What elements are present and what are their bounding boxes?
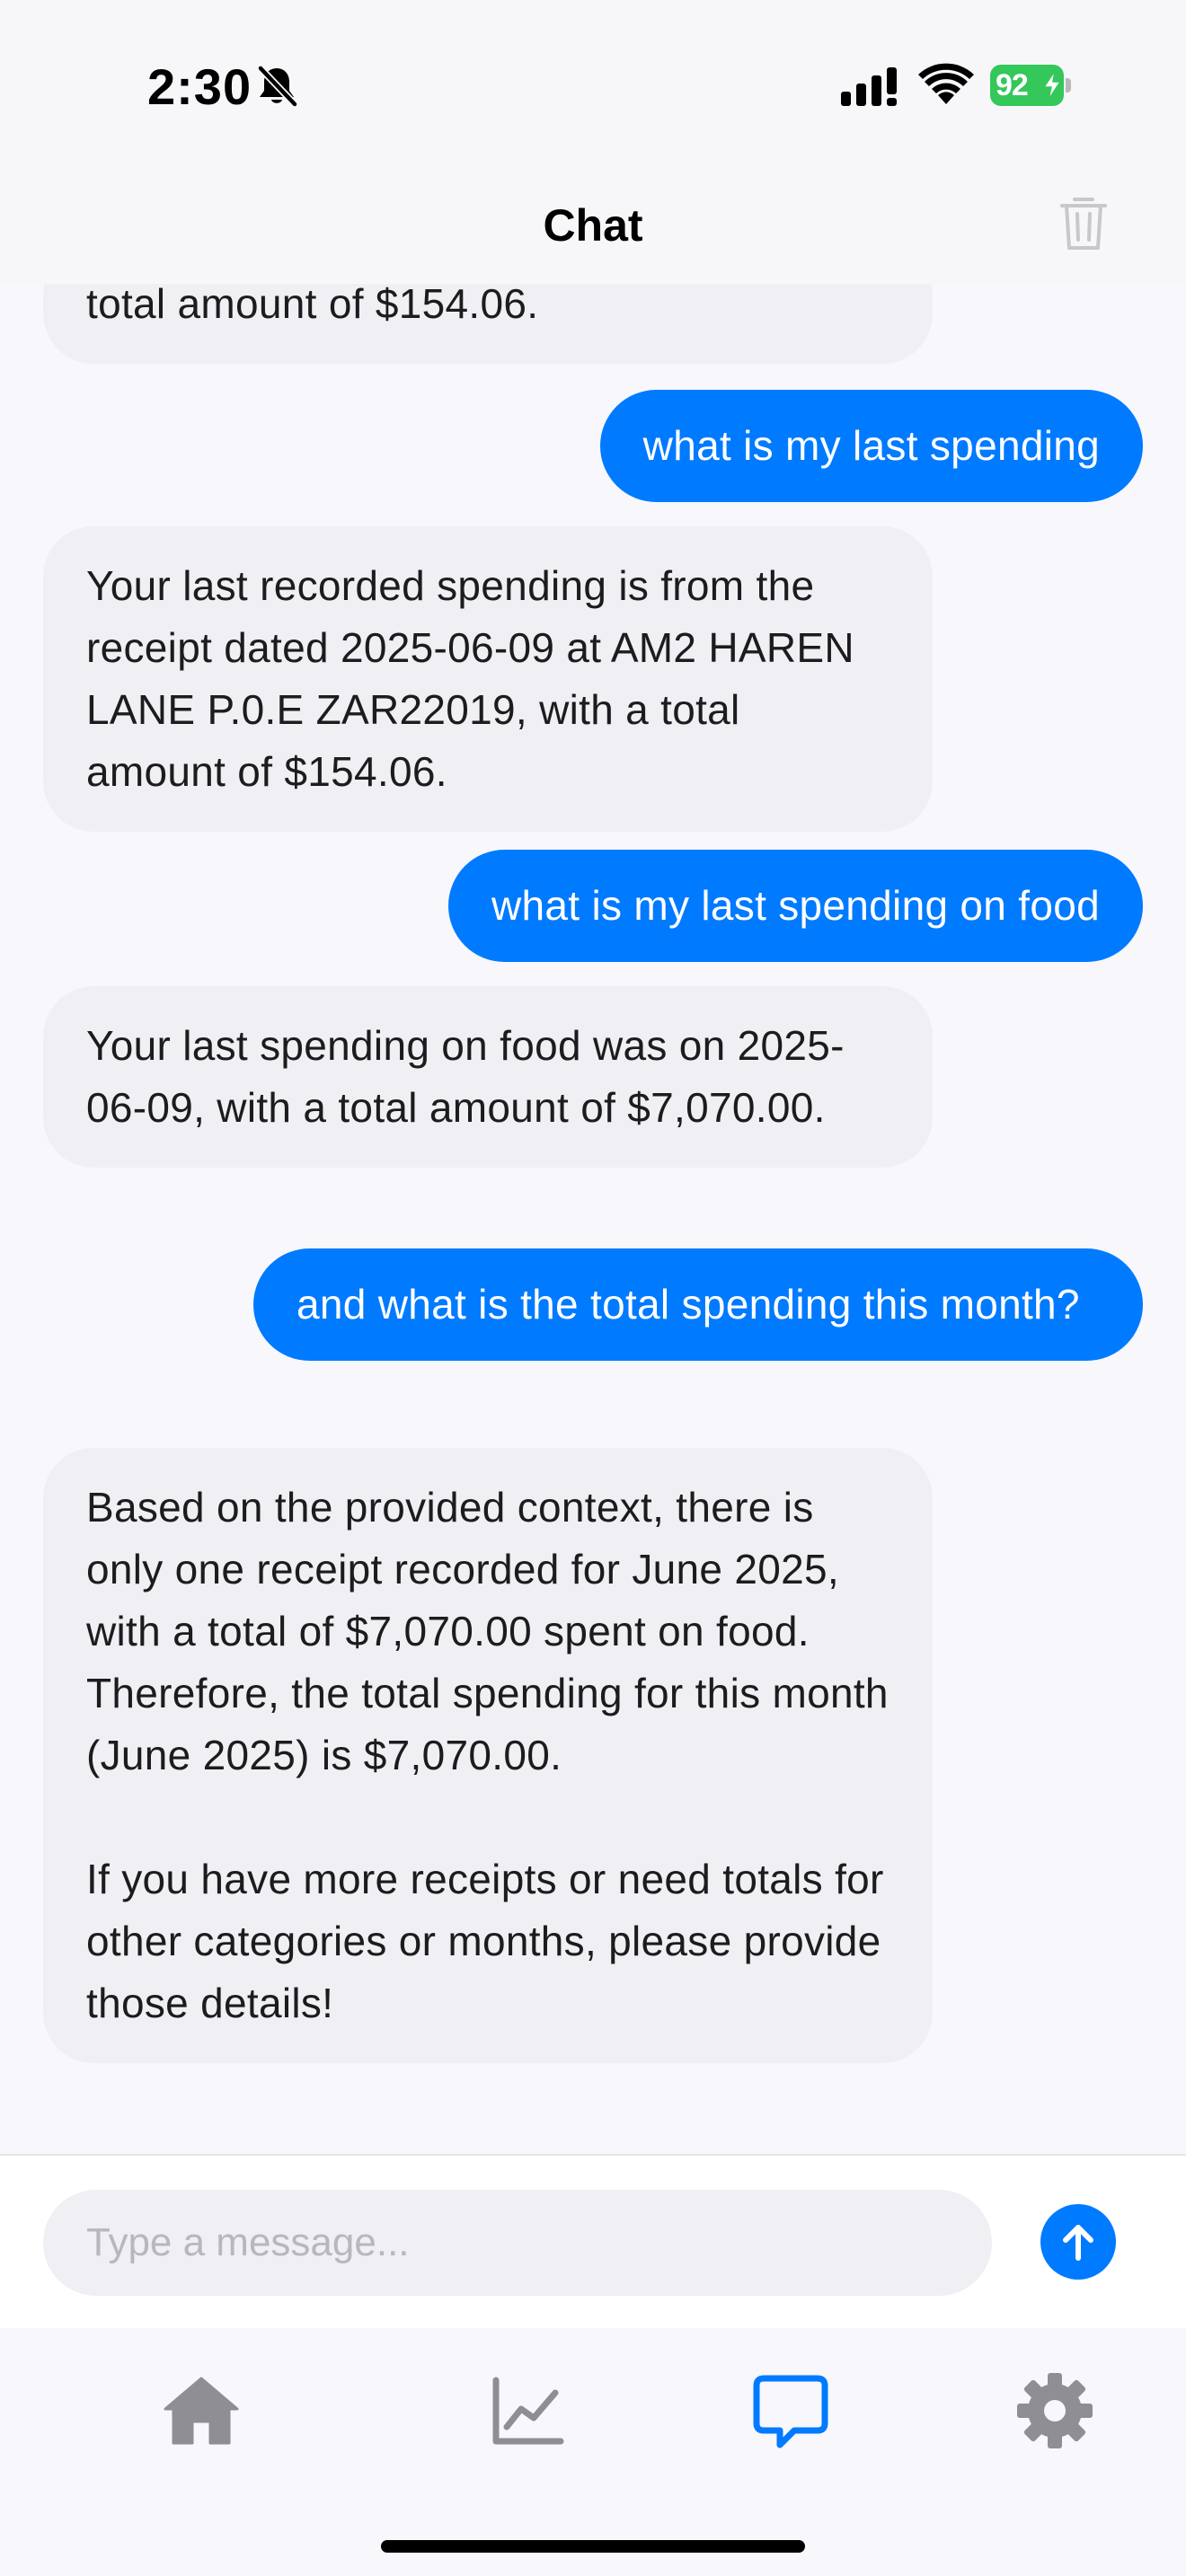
bell-slash-icon xyxy=(257,65,298,108)
tab-home[interactable] xyxy=(156,2366,246,2456)
trash-icon[interactable] xyxy=(1057,194,1111,253)
home-indicator xyxy=(381,2540,805,2553)
user-message: what is my last spending on food xyxy=(448,850,1143,962)
status-time: 2:30 xyxy=(147,58,252,115)
assistant-message: Based on the provided context, there is … xyxy=(43,1448,933,2063)
cellular-signal-icon xyxy=(841,67,897,106)
composer-bar xyxy=(0,2154,1186,2328)
status-bar: 2:30 92 xyxy=(0,0,1186,171)
chat-bubble-icon xyxy=(753,2375,828,2448)
user-message: and what is the total spending this mont… xyxy=(253,1248,1143,1361)
send-button[interactable] xyxy=(1040,2204,1116,2280)
message-input[interactable] xyxy=(43,2190,992,2296)
battery-level: 92 xyxy=(996,68,1029,102)
nav-header: Chat xyxy=(0,171,1186,284)
assistant-message: total amount of $154.06. xyxy=(43,284,933,364)
home-icon xyxy=(164,2377,239,2445)
tab-analytics[interactable] xyxy=(482,2366,571,2456)
wifi-icon xyxy=(918,63,974,104)
assistant-message: Your last recorded spending is from the … xyxy=(43,526,933,832)
assistant-message: Your last spending on food was on 2025-0… xyxy=(43,986,933,1168)
chart-line-icon xyxy=(492,2377,564,2445)
tab-chat[interactable] xyxy=(746,2366,836,2456)
user-message: what is my last spending xyxy=(599,390,1143,502)
tab-bar xyxy=(0,2328,1186,2576)
arrow-up-icon xyxy=(1063,2225,1093,2261)
gear-icon xyxy=(1017,2373,1093,2448)
bolt-icon xyxy=(1042,70,1062,101)
page-title: Chat xyxy=(543,200,643,251)
battery-indicator: 92 xyxy=(990,65,1071,106)
chat-messages[interactable]: total amount of $154.06. what is my last… xyxy=(0,284,1186,2154)
tab-settings[interactable] xyxy=(1010,2366,1100,2456)
